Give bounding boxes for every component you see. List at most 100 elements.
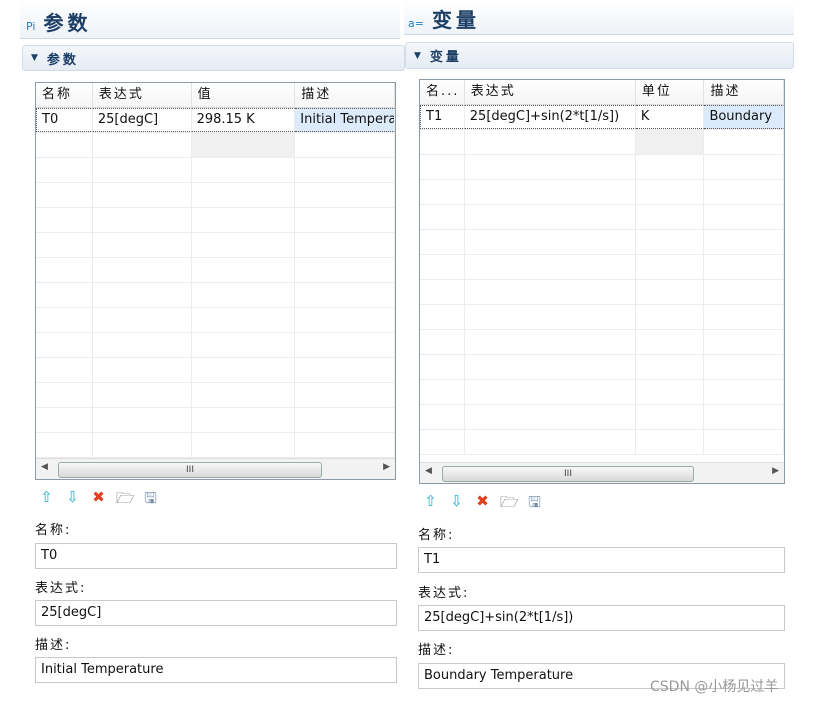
- name-field[interactable]: T0: [35, 543, 397, 569]
- scroll-right-icon[interactable]: ▶: [772, 466, 779, 476]
- expression-field[interactable]: 25[degC]+sin(2*t[1/s]): [418, 605, 785, 631]
- empty-cell: [295, 233, 395, 257]
- parameters-titlebar: Pi 参数: [20, 0, 400, 39]
- empty-row: [36, 383, 395, 408]
- column-header[interactable]: 描述: [704, 80, 784, 104]
- move-down-icon[interactable]: ⇩: [448, 492, 465, 517]
- horizontal-scrollbar[interactable]: ◀ III ▶: [36, 458, 395, 479]
- expression-field[interactable]: 25[degC]: [35, 600, 397, 626]
- collapse-triangle-icon[interactable]: ▼: [31, 53, 41, 63]
- empty-cell: [36, 233, 93, 257]
- delete-icon[interactable]: ✖: [90, 488, 107, 513]
- table-row[interactable]: T1 25[degC]+sin(2*t[1/s]) K Boundary: [420, 105, 784, 130]
- empty-cell: [93, 233, 192, 257]
- empty-cell: [465, 380, 636, 404]
- empty-cell: [192, 408, 296, 432]
- move-down-icon[interactable]: ⇩: [64, 488, 81, 513]
- empty-cell: [295, 433, 395, 457]
- empty-cell: [93, 258, 192, 282]
- empty-cell: [465, 330, 636, 354]
- empty-cell: [36, 408, 93, 432]
- section-title: 变量: [429, 50, 462, 65]
- empty-cell: [420, 255, 465, 279]
- empty-cell: [420, 230, 465, 254]
- cell-description[interactable]: Boundary: [704, 105, 784, 129]
- empty-cell: [93, 333, 192, 357]
- empty-cell: [192, 183, 296, 207]
- empty-cell: [93, 433, 192, 457]
- parameters-section-header[interactable]: ▼ 参数: [22, 45, 405, 71]
- empty-cell: [704, 380, 784, 404]
- empty-cell: [704, 230, 784, 254]
- column-header[interactable]: 值: [192, 83, 296, 107]
- empty-cell: [636, 380, 705, 404]
- table-row[interactable]: T0 25[degC] 298.15 K Initial Tempera: [36, 108, 395, 133]
- empty-cell: [36, 383, 93, 407]
- cell-expression[interactable]: 25[degC]: [92, 108, 192, 132]
- column-header[interactable]: 表达式: [465, 80, 636, 104]
- empty-cell: [192, 383, 296, 407]
- empty-cell: [420, 430, 465, 454]
- save-icon[interactable]: 🖫: [142, 488, 159, 513]
- empty-cell: [93, 283, 192, 307]
- empty-row: [420, 230, 784, 255]
- name-field[interactable]: T1: [418, 547, 785, 573]
- column-header[interactable]: 表达式: [93, 83, 192, 107]
- cell-name[interactable]: T0: [36, 108, 93, 132]
- empty-cell: [465, 255, 636, 279]
- empty-cell: [36, 333, 93, 357]
- scroll-thumb[interactable]: III: [442, 466, 694, 482]
- cell-name[interactable]: T1: [420, 105, 465, 129]
- column-header[interactable]: 描述: [295, 83, 395, 107]
- empty-cell: [465, 430, 636, 454]
- cell-description[interactable]: Initial Tempera: [295, 108, 395, 132]
- scroll-right-icon[interactable]: ▶: [383, 462, 390, 472]
- horizontal-scrollbar[interactable]: ◀ III ▶: [420, 462, 784, 483]
- column-header[interactable]: 单位: [636, 80, 705, 104]
- empty-cell: [93, 383, 192, 407]
- empty-cell: [295, 333, 395, 357]
- table-toolbar: ⇧ ⇩ ✖ 🗁 🖫: [38, 488, 159, 513]
- description-label: 描述:: [418, 643, 455, 658]
- description-field[interactable]: Initial Temperature: [35, 657, 397, 683]
- move-up-icon[interactable]: ⇧: [38, 488, 55, 513]
- parameters-table[interactable]: 名称 表达式 值 描述 T0 25[degC] 298.15 K Initial…: [35, 82, 396, 480]
- section-title: 参数: [46, 52, 79, 68]
- cell-value[interactable]: 298.15 K: [191, 108, 296, 132]
- empty-cell: [36, 358, 93, 382]
- delete-icon[interactable]: ✖: [474, 492, 491, 517]
- empty-cell: [465, 230, 636, 254]
- variables-section-header[interactable]: ▼ 变量: [405, 42, 794, 69]
- scroll-thumb[interactable]: III: [58, 462, 322, 478]
- empty-cell: [636, 255, 705, 279]
- empty-cell: [192, 433, 296, 457]
- cell-expression[interactable]: 25[degC]+sin(2*t[1/s]): [464, 105, 636, 129]
- empty-cell: [295, 358, 395, 382]
- empty-row: [36, 408, 395, 433]
- empty-cell: [465, 355, 636, 379]
- variables-titlebar: a= 变量: [404, 0, 794, 35]
- scroll-left-icon[interactable]: ◀: [41, 462, 48, 472]
- empty-cell: [704, 355, 784, 379]
- empty-row: [36, 208, 395, 233]
- empty-cell: [636, 180, 705, 204]
- empty-row: [420, 280, 784, 305]
- empty-cell: [93, 133, 192, 157]
- empty-row: [36, 158, 395, 183]
- open-folder-icon[interactable]: 🗁: [500, 492, 519, 517]
- move-up-icon[interactable]: ⇧: [422, 492, 439, 517]
- empty-cell: [420, 330, 465, 354]
- scroll-left-icon[interactable]: ◀: [425, 466, 432, 476]
- variables-table[interactable]: 名... 表达式 单位 描述 T1 25[degC]+sin(2*t[1/s])…: [419, 79, 785, 484]
- collapse-triangle-icon[interactable]: ▼: [414, 51, 424, 61]
- cell-unit[interactable]: K: [635, 105, 705, 129]
- save-icon[interactable]: 🖫: [526, 492, 543, 517]
- empty-cell: [420, 355, 465, 379]
- empty-cell: [636, 355, 705, 379]
- open-folder-icon[interactable]: 🗁: [116, 488, 135, 513]
- name-label: 名称:: [418, 528, 455, 543]
- empty-cell: [192, 258, 296, 282]
- table-header: 名称 表达式 值 描述: [36, 83, 395, 108]
- column-header[interactable]: 名...: [420, 80, 465, 104]
- column-header[interactable]: 名称: [36, 83, 93, 107]
